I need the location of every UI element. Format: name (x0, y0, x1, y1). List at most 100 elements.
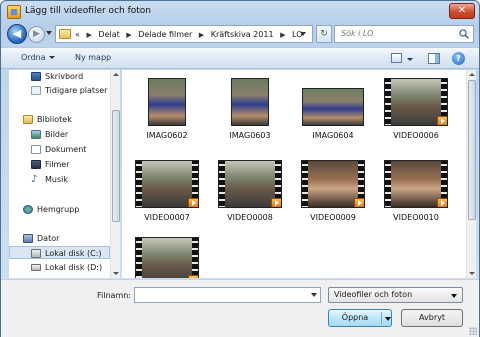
organize-label: Ordna (21, 53, 46, 62)
filename-input[interactable] (134, 287, 321, 303)
breadcrumb-item[interactable]: Delat (98, 28, 119, 42)
file-list: IMAG0602 IMAG0603 IMAG0604 VIDEO0006 VID… (122, 70, 466, 278)
file-item[interactable]: VIDEO0009 (293, 156, 373, 222)
video-play-icon (437, 116, 447, 125)
sidebar-item-computer[interactable]: Dator (9, 232, 110, 245)
file-item[interactable]: IMAG0604 (293, 74, 373, 140)
resize-grip-icon[interactable] (469, 327, 477, 335)
computer-icon (23, 234, 33, 243)
file-thumbnail (135, 160, 199, 208)
file-thumbnail (218, 160, 282, 208)
organize-button[interactable]: Ordna (21, 53, 55, 62)
file-thumbnail (135, 237, 199, 278)
sidebar-item-libraries[interactable]: Bibliotek (9, 113, 110, 126)
file-item[interactable]: IMAG0602 (127, 74, 207, 140)
file-type-value: Videofiler och foton (334, 290, 413, 299)
sidebar-item-label: Skrivbord (45, 72, 84, 81)
sidebar-item-local-disk-c[interactable]: Lokal disk (C:) (9, 246, 110, 259)
new-folder-button[interactable]: Ny mapp (75, 53, 111, 62)
documents-icon (31, 145, 41, 154)
scroll-down-icon[interactable] (113, 272, 119, 275)
file-thumbnail (384, 160, 448, 208)
sidebar-item-pictures[interactable]: Bilder (9, 128, 110, 141)
file-type-select[interactable]: Videofiler och foton (328, 287, 463, 303)
search-input[interactable]: Sök i LO (334, 25, 474, 43)
file-item[interactable] (127, 223, 207, 278)
forward-button[interactable]: ▶ (28, 26, 45, 43)
videos-icon (31, 160, 41, 169)
command-bar: Ordna Ny mapp ? (1, 47, 479, 69)
preview-pane-icon[interactable] (428, 53, 440, 64)
file-name: VIDEO0008 (227, 213, 273, 222)
chevron-down-icon (451, 294, 457, 298)
breadcrumb-separator-icon[interactable]: ▶ (126, 28, 131, 42)
refresh-button[interactable]: ↻ (316, 25, 332, 43)
breadcrumb-separator-icon[interactable]: ▶ (86, 28, 91, 42)
filename-label: Filnamn: (97, 291, 131, 300)
address-bar[interactable]: « ▶ Delat ▶ Delade filmer ▶ Kräftskiva 2… (55, 25, 313, 43)
view-options-chevron-down-icon[interactable] (407, 58, 413, 61)
file-item[interactable]: VIDEO0008 (210, 156, 290, 222)
sidebar-item-videos[interactable]: Filmer (9, 158, 110, 171)
sidebar-item-label: Bibliotek (37, 115, 72, 124)
cancel-button[interactable]: Avbryt (401, 309, 463, 327)
breadcrumb-separator-icon[interactable]: ▶ (199, 28, 204, 42)
help-icon[interactable]: ? (452, 52, 465, 65)
title-bar[interactable]: Lägg till videofiler och foton ✕ (1, 1, 479, 23)
sidebar-item-local-disk-d[interactable]: Lokal disk (D:) (9, 261, 110, 274)
sidebar-item-music[interactable]: ♪ Musik (9, 173, 110, 186)
file-name: IMAG0602 (146, 131, 188, 140)
back-button[interactable]: ◀ (7, 24, 27, 44)
window-title: Lägg till videofiler och foton (25, 6, 151, 16)
file-item[interactable]: VIDEO0007 (127, 156, 207, 222)
split-divider (381, 312, 382, 324)
open-button[interactable]: Öppna (328, 309, 392, 327)
recent-pages-chevron-down-icon[interactable] (46, 31, 52, 35)
file-item[interactable]: VIDEO0010 (376, 156, 456, 222)
sidebar-item-homegroup[interactable]: Hemgrupp (9, 203, 110, 216)
dialog-footer: Filnamn: Videofiler och foton Öppna Avbr… (1, 279, 479, 337)
app-icon (7, 5, 21, 19)
scroll-up-icon[interactable] (469, 73, 475, 76)
breadcrumb-item[interactable]: Delade filmer (138, 28, 192, 42)
sidebar-item-documents[interactable]: Dokument (9, 143, 110, 156)
file-thumbnail (148, 78, 186, 126)
scrollbar-thumb[interactable] (468, 80, 476, 220)
file-item[interactable]: IMAG0603 (210, 74, 290, 140)
local-disk-d-icon (31, 264, 41, 271)
file-name: IMAG0603 (229, 131, 271, 140)
close-button[interactable]: ✕ (449, 3, 475, 19)
desktop-icon (31, 72, 41, 81)
file-name: VIDEO0009 (310, 213, 356, 222)
video-play-icon (271, 198, 281, 207)
local-disk-c-icon (31, 249, 41, 258)
navigation-pane-scrollbar[interactable] (110, 70, 120, 278)
libraries-icon (23, 115, 33, 124)
folder-icon (59, 29, 71, 39)
file-list-scrollbar[interactable] (466, 70, 476, 278)
breadcrumb-separator-icon[interactable]: ▶ (280, 28, 285, 42)
open-button-label: Öppna (341, 313, 369, 322)
filename-history-chevron-down-icon[interactable] (311, 293, 317, 297)
file-thumbnail (384, 78, 448, 126)
sidebar-item-recent-places[interactable]: Tidigare platser (9, 84, 110, 97)
scroll-up-icon[interactable] (113, 73, 119, 76)
scroll-down-icon[interactable] (469, 272, 475, 275)
chevron-down-icon (48, 56, 55, 59)
change-view-icon[interactable] (391, 53, 402, 63)
search-icon[interactable] (459, 29, 469, 39)
sidebar-item-desktop[interactable]: Skrivbord (9, 70, 110, 83)
file-item[interactable]: VIDEO0006 (376, 74, 456, 140)
file-name: VIDEO0007 (144, 213, 190, 222)
scrollbar-thumb[interactable] (112, 110, 120, 222)
breadcrumb-item[interactable]: Kräftskiva 2011 (211, 28, 274, 42)
address-dropdown-chevron-down-icon[interactable] (300, 32, 306, 36)
video-play-icon (188, 275, 198, 278)
video-play-icon (437, 198, 447, 207)
breadcrumb-overflow[interactable]: « (75, 28, 80, 42)
file-name: VIDEO0010 (393, 213, 439, 222)
pictures-icon (31, 130, 41, 139)
open-options-chevron-down-icon[interactable] (385, 317, 391, 321)
sidebar-item-label: Dokument (45, 145, 87, 154)
search-placeholder: Sök i LO (341, 29, 374, 38)
